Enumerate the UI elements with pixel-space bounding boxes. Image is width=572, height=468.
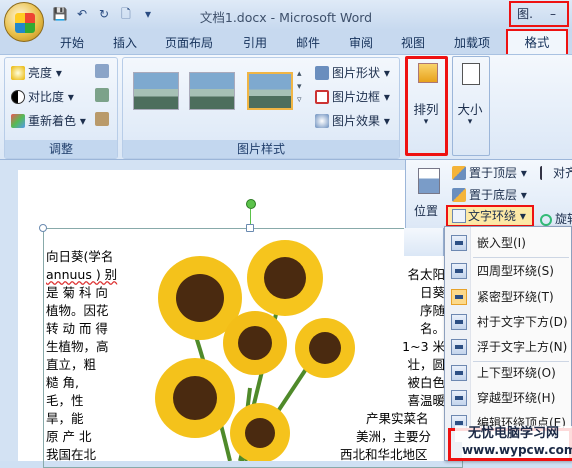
sun-icon [11, 66, 25, 80]
picture-style-2[interactable] [189, 72, 235, 110]
align-icon [540, 166, 550, 180]
top-bottom-icon [451, 365, 467, 381]
behind-text-icon [451, 314, 467, 330]
picture-effects-button[interactable]: 图片效果 ▾ [315, 112, 390, 129]
contrast-icon [11, 90, 25, 104]
text-wrap-icon [452, 209, 466, 223]
tab-insert[interactable]: 插入 [113, 34, 137, 51]
watermark-text: 无忧电脑学习网 [455, 426, 572, 442]
watermark-url: www.wypcw.com [462, 442, 572, 458]
shape-icon [315, 66, 329, 80]
recolor-icon [11, 114, 25, 128]
change-picture-icon[interactable] [95, 88, 112, 102]
group-label-picture-styles: 图片样式 [123, 140, 399, 158]
rotate-icon [540, 214, 552, 226]
tab-format[interactable]: 格式 [506, 29, 568, 56]
picture-style-1[interactable] [133, 72, 179, 110]
tab-references[interactable]: 引用 [243, 34, 267, 51]
rotation-handle[interactable] [246, 199, 256, 209]
tab-addins[interactable]: 加载项 [454, 34, 490, 51]
menu-item-square[interactable]: 四周型环绕(S) [445, 259, 571, 283]
menu-item-in-front-of-text[interactable]: 浮于文字上方(N) [445, 335, 571, 359]
menu-item-top-bottom[interactable]: 上下型环绕(O) [445, 361, 571, 385]
send-to-back-button[interactable]: 置于底层 ▾ [452, 186, 527, 203]
restore-button[interactable]: 图. [511, 3, 539, 25]
rotate-button[interactable]: 旋转 [540, 210, 572, 227]
recolor-button[interactable]: 重新着色 ▾ [11, 112, 86, 129]
group-picture-styles: ▴ ▾ ▿ 图片形状 ▾ 图片边框 ▾ 图片效果 ▾ 图片样式 [122, 57, 400, 159]
inline-icon [451, 235, 467, 251]
pencil-icon [315, 90, 329, 104]
size-button[interactable] [452, 56, 490, 156]
position-icon [418, 168, 440, 194]
compress-icon[interactable] [95, 64, 112, 78]
bring-front-icon [452, 166, 466, 180]
window-controls: 图. – [509, 1, 569, 27]
tab-view[interactable]: 视图 [401, 34, 425, 51]
group-adjust: 亮度 ▾ 对比度 ▾ 重新着色 ▾ 调整 [4, 57, 118, 159]
styles-scroll-icon[interactable]: ▴ ▾ ▿ [297, 68, 302, 107]
minimize-button[interactable]: – [539, 3, 567, 25]
square-wrap-icon [451, 263, 467, 279]
tab-home[interactable]: 开始 [60, 34, 84, 51]
bring-to-front-button[interactable]: 置于顶层 ▾ [452, 164, 527, 181]
text-wrap-button[interactable]: 文字环绕 ▾ [446, 205, 534, 227]
tab-page-layout[interactable]: 页面布局 [165, 34, 213, 51]
resize-handle-top-middle[interactable] [246, 224, 254, 232]
tab-review[interactable]: 审阅 [349, 34, 373, 51]
brightness-button[interactable]: 亮度 ▾ [11, 64, 62, 81]
title-bar: 💾 ↶ ↻ 🗋 ▾ 文档1.docx - Microsoft Word 图. – [0, 0, 572, 30]
align-button[interactable]: 对齐 [540, 164, 572, 181]
window-title: 文档1.docx - Microsoft Word [199, 10, 373, 25]
position-panel-filler [404, 228, 444, 256]
arrange-button[interactable] [405, 56, 448, 156]
menu-item-tight[interactable]: 紧密型环绕(T) [445, 285, 571, 309]
tight-wrap-icon [451, 289, 467, 305]
menu-item-through[interactable]: 穿越型环绕(H) [445, 386, 571, 410]
menu-separator [473, 257, 569, 258]
group-label-adjust: 调整 [5, 140, 117, 158]
office-logo-icon [15, 13, 35, 33]
send-back-icon [452, 188, 466, 202]
position-label[interactable]: 位置 [414, 202, 438, 219]
picture-shape-button[interactable]: 图片形状 ▾ [315, 64, 390, 81]
picture-border-button[interactable]: 图片边框 ▾ [315, 88, 390, 105]
menu-item-inline[interactable]: 嵌入型(I) [445, 231, 571, 255]
picture-style-3[interactable] [247, 72, 293, 110]
image-selection-frame [43, 228, 463, 468]
tab-mailings[interactable]: 邮件 [296, 34, 320, 51]
resize-handle-top-left[interactable] [39, 224, 47, 232]
ribbon-tabs: 开始 插入 页面布局 引用 邮件 审阅 视图 加载项 [0, 30, 572, 54]
effects-icon [315, 114, 329, 128]
through-wrap-icon [451, 390, 467, 406]
reset-picture-icon[interactable] [95, 112, 112, 126]
contrast-button[interactable]: 对比度 ▾ [11, 88, 74, 105]
menu-item-behind-text[interactable]: 衬于文字下方(D) [445, 310, 571, 334]
in-front-text-icon [451, 339, 467, 355]
office-button[interactable] [4, 2, 44, 42]
